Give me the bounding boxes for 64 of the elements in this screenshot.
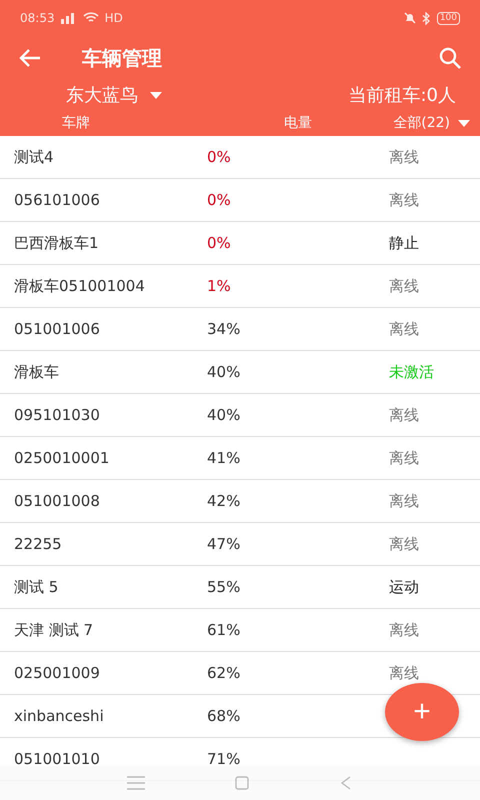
plate-cell-text: 天津 测试 7 (14, 620, 94, 640)
plate-cell-text: 051001006 (14, 320, 101, 338)
add-button[interactable]: + (385, 683, 459, 741)
status-cell-text: 离线 (389, 148, 420, 166)
battery-cell-text: 47% (207, 535, 242, 553)
status-cell-text: 未激活 (389, 362, 435, 382)
plate-cell-text: 滑板车 (14, 362, 60, 382)
search-button[interactable] (438, 46, 462, 70)
battery-cell-text: 0% (207, 234, 232, 252)
plate-cell-text: 025001009 (14, 664, 101, 682)
battery-cell-text: 55% (207, 578, 242, 596)
menu-icon[interactable] (127, 776, 145, 790)
status-cell-text: 离线 (389, 664, 420, 682)
column-header: 车牌 (62, 114, 91, 132)
bell-off-icon (404, 12, 416, 24)
battery-cell-text: 34% (207, 320, 242, 338)
plate-cell-text: 测试4 (14, 148, 55, 166)
company-dropdown[interactable]: 东大蓝鸟 (66, 83, 162, 107)
status-cell-text: 静止 (389, 234, 420, 252)
battery-cell-text: 62% (207, 664, 242, 682)
plate-cell-text: 056101006 (14, 191, 101, 209)
status-cell-text: 离线 (389, 190, 420, 210)
status-cell-text: 离线 (389, 276, 420, 296)
status-cell-text: 离线 (389, 448, 420, 468)
column-header: 电量 (284, 114, 313, 132)
signal-icon (60, 12, 77, 24)
plate-cell-text: 0250010001 (14, 449, 110, 467)
battery-cell-text: 68% (207, 707, 242, 725)
status-cell-text: 离线 (389, 320, 420, 338)
battery-cell-text: 71% (207, 750, 242, 768)
status-filter-dropdown[interactable]: 全部(22) (393, 114, 480, 132)
status-cell-text: 离线 (389, 492, 420, 510)
status-cell-text: 离线 (389, 620, 420, 640)
battery-cell-text: 0% (207, 148, 232, 166)
battery-cell-text: 40% (207, 406, 242, 424)
plate-cell-text: 051001010 (14, 750, 101, 768)
battery-indicator: 100 (436, 12, 460, 24)
plate-cell-text: 巴西滑板车1 (14, 234, 100, 252)
plate-cell-text: 051001008 (14, 492, 101, 510)
status-cell-text: 离线 (389, 534, 420, 554)
plate-cell-text: 滑板车051001004 (14, 276, 146, 296)
battery-cell-text: 42% (207, 492, 242, 510)
battery-cell-text: 0% (207, 191, 232, 209)
renting-count: 当前租车:0人 (348, 84, 456, 107)
caret-icon (458, 120, 470, 126)
battery-cell-text: 40% (207, 363, 242, 381)
plate-cell-text: 095101030 (14, 406, 101, 424)
caret-icon (150, 92, 162, 98)
battery-cell-text: 41% (207, 449, 242, 467)
status-cell-text: 离线 (389, 406, 420, 424)
bluetooth-icon (422, 12, 431, 24)
clock-time: 08:53 (20, 11, 55, 25)
page-title: 车辆管理 (82, 44, 163, 72)
battery-cell-text: 1% (207, 277, 232, 295)
battery-cell-text: 61% (207, 621, 242, 639)
back-icon[interactable] (339, 776, 353, 790)
back-button[interactable] (18, 48, 42, 68)
plate-cell-text: 22255 (14, 535, 63, 553)
wifi-icon (82, 12, 99, 24)
network-type: HD (104, 11, 123, 25)
plate-cell-text: 测试 5 (14, 578, 60, 596)
plate-cell-text: xinbanceshi (14, 707, 105, 725)
home-icon[interactable] (235, 776, 249, 790)
status-cell-text: 运动 (389, 578, 420, 596)
